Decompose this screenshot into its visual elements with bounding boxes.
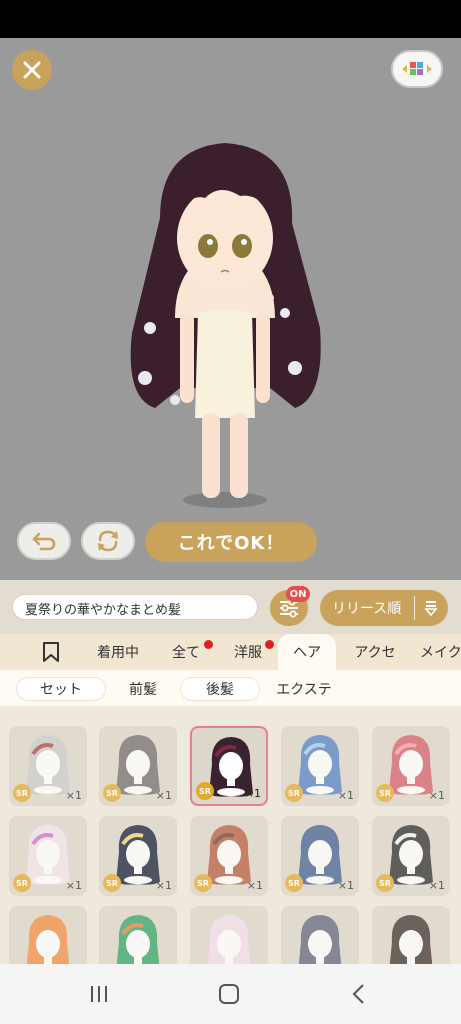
close-icon [23,61,41,79]
subtab-set[interactable]: セット [16,677,106,701]
filter-on-badge: ON [286,586,310,602]
rarity-badge: SR [103,874,121,892]
rotate-icon [98,530,118,552]
hair-item-card[interactable]: SR ×1 [190,726,268,806]
undo-button[interactable] [17,522,71,560]
hair-item-card[interactable]: SR ×1 [99,726,177,806]
search-input[interactable]: 夏祭りの華やかなまとめ髪 [12,594,258,620]
background-toggle-button[interactable] [391,50,443,88]
tab-makeup[interactable]: メイク [420,634,461,670]
color-palette-icon [402,62,432,75]
item-count: ×1 [65,789,82,802]
undo-icon [32,532,56,551]
system-nav-bar [0,964,461,1024]
hair-subtabs: セット 前髪 後髪 エクステ [0,670,461,706]
subtab-bangs[interactable]: 前髪 [108,677,178,701]
back-button[interactable] [344,980,374,1008]
tab-hair[interactable]: ヘア [278,634,336,670]
recent-apps-icon [91,986,107,1002]
hair-item-card[interactable] [99,906,177,964]
item-count: ×1 [155,789,172,802]
hair-thumbnail [116,915,160,964]
item-count: ×1 [428,789,445,802]
tab-clothes-notification-dot [265,640,274,649]
hair-item-card[interactable] [372,906,450,964]
rarity-badge: SR [194,874,212,892]
hair-item-card[interactable]: SR ×1 [99,816,177,896]
home-button[interactable] [214,980,244,1008]
subtab-back-hair[interactable]: 後髪 [180,677,260,701]
hair-item-card[interactable]: SR ×1 [281,816,359,896]
item-count: ×1 [65,879,82,892]
rarity-badge: SR [13,874,31,892]
recent-apps-button[interactable] [84,980,114,1008]
item-count: ×1 [337,789,354,802]
hair-item-card[interactable] [9,906,87,964]
item-count: ×1 [244,787,261,800]
avatar-preview-stage: これでOK！ [0,38,461,580]
rarity-badge: SR [285,874,303,892]
rarity-badge: SR [13,784,31,802]
tab-clothes[interactable]: 洋服 [222,634,274,670]
rarity-badge: SR [103,784,121,802]
rarity-badge: SR [376,874,394,892]
item-count: ×1 [246,879,263,892]
hair-thumbnail [26,915,70,964]
home-icon [219,984,239,1004]
search-bar-row: 夏祭りの華やかなまとめ髪 リリース順 [0,580,461,634]
avatar-figure [130,143,321,508]
category-tabs: 着用中 全て 洋服 ヘア アクセ メイク [0,634,461,670]
rarity-badge: SR [376,784,394,802]
rotate-button[interactable] [81,522,135,560]
hair-item-grid: SR ×1 SR ×1 SR ×1 SR ×1 SR ×1 SR ×1 SR ×1 SR ×1 SR ×1 SR ×1 [0,706,461,964]
hair-thumbnail [389,915,433,964]
hair-item-card[interactable]: SR ×1 [372,726,450,806]
hair-item-card[interactable]: SR ×1 [372,816,450,896]
tab-all[interactable]: 全て [160,634,212,670]
back-icon [352,984,364,1004]
hair-item-card[interactable]: SR ×1 [190,816,268,896]
sort-order-label: リリース順 [332,601,402,617]
tab-bookmark[interactable] [24,634,78,670]
hair-item-card[interactable]: SR ×1 [281,726,359,806]
item-count: ×1 [155,879,172,892]
hair-thumbnail [298,915,342,964]
tab-all-notification-dot [204,640,213,649]
hair-item-card[interactable] [281,906,359,964]
sort-order-button[interactable]: リリース順 [320,590,448,626]
hair-item-card[interactable] [190,906,268,964]
tab-wearing[interactable]: 着用中 [86,634,150,670]
rarity-badge: SR [196,782,214,800]
sort-icon [415,599,447,617]
status-bar [0,0,461,38]
bookmark-icon [43,642,59,662]
tab-accessories[interactable]: アクセ [345,634,405,670]
item-count: ×1 [428,879,445,892]
confirm-ok-button[interactable]: これでOK！ [145,522,317,562]
close-button[interactable] [12,50,52,90]
item-count: ×1 [337,879,354,892]
hair-thumbnail [207,915,251,964]
sort-divider [414,596,415,620]
hair-item-card[interactable]: SR ×1 [9,816,87,896]
subtab-extensions[interactable]: エクステ [266,677,342,701]
rarity-badge: SR [285,784,303,802]
hair-item-card[interactable]: SR ×1 [9,726,87,806]
